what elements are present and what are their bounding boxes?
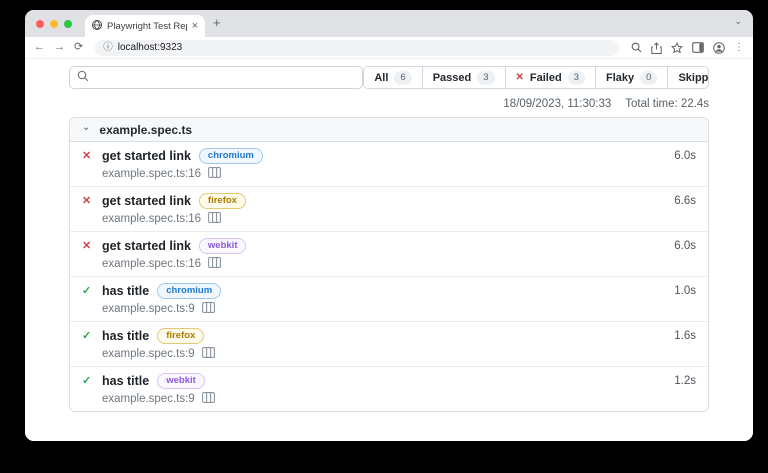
back-icon[interactable]: ←	[34, 42, 45, 53]
filter-skipped[interactable]: Skipped 0	[667, 67, 709, 88]
columns-icon[interactable]	[208, 212, 222, 226]
passed-icon: ✓	[82, 284, 92, 297]
test-title: get started link	[102, 149, 191, 163]
test-duration: 6.6s	[674, 195, 696, 207]
test-location: example.spec.ts:16	[102, 213, 202, 225]
playwright-favicon	[92, 19, 102, 33]
test-duration: 1.2s	[674, 375, 696, 387]
browser-toolbar: ← → ⟳ ⓘ localhost:9323 ⋮	[25, 37, 753, 59]
columns-icon[interactable]	[208, 257, 222, 271]
test-title: has title	[102, 329, 150, 343]
test-title: has title	[102, 284, 150, 298]
test-file-card: ⌄ example.spec.ts ✕ get started link chr…	[69, 117, 709, 412]
zoom-window-button[interactable]	[64, 20, 72, 28]
filter-label: Failed	[529, 71, 562, 84]
project-badge[interactable]: webkit	[198, 238, 247, 254]
test-row[interactable]: ✕ get started link chromium 6.0s example…	[70, 142, 708, 187]
tab-close-icon[interactable]: ×	[192, 20, 198, 32]
filter-count: 3	[567, 70, 585, 85]
minimize-window-button[interactable]	[50, 20, 58, 28]
failed-icon: ✕	[82, 239, 92, 252]
filter-label: Passed	[432, 71, 472, 84]
project-badge[interactable]: chromium	[198, 148, 263, 164]
test-row[interactable]: ✕ get started link firefox 6.6s example.…	[70, 187, 708, 232]
tab-overflow-chevron-icon[interactable]: ⌄	[734, 17, 742, 26]
filter-failed[interactable]: ✕ Failed 3	[504, 67, 595, 88]
failed-icon: ✕	[82, 194, 92, 207]
new-tab-button[interactable]: +	[213, 16, 221, 29]
filter-passed[interactable]: Passed 3	[421, 67, 505, 88]
filter-label: Flaky	[606, 71, 635, 84]
run-summary: 18/09/2023, 11:30:33 Total time: 22.4s	[69, 98, 709, 110]
passed-icon: ✓	[82, 329, 92, 342]
test-row[interactable]: ✓ has title chromium 1.0s example.spec.t…	[70, 277, 708, 322]
filter-flaky[interactable]: Flaky 0	[595, 67, 668, 88]
profile-avatar-icon[interactable]	[713, 41, 725, 54]
filter-label: All	[374, 71, 389, 84]
test-title: get started link	[102, 239, 191, 253]
report-page: All 6 Passed 3 ✕ Failed 3 Flaky 0 Skipp …	[25, 59, 753, 441]
failed-icon: ✕	[82, 149, 92, 162]
filter-chips: All 6 Passed 3 ✕ Failed 3 Flaky 0 Skipp	[363, 66, 709, 89]
address-bar[interactable]: ⓘ localhost:9323	[95, 39, 619, 56]
filter-count: 0	[640, 70, 658, 85]
test-title: has title	[102, 374, 150, 388]
traffic-lights	[36, 20, 72, 28]
search-icon	[77, 69, 89, 87]
test-duration: 1.6s	[674, 330, 696, 342]
close-window-button[interactable]	[36, 20, 44, 28]
test-row[interactable]: ✓ has title webkit 1.2s example.spec.ts:…	[70, 367, 708, 411]
project-badge[interactable]: webkit	[157, 373, 205, 389]
passed-icon: ✓	[82, 374, 92, 387]
url-text: localhost:9323	[117, 42, 183, 53]
test-location: example.spec.ts:16	[102, 168, 202, 180]
test-duration: 6.0s	[674, 150, 696, 162]
test-title: get started link	[102, 194, 191, 208]
filter-count: 6	[394, 70, 412, 85]
run-timestamp: 18/09/2023, 11:30:33	[503, 98, 612, 110]
project-badge[interactable]: firefox	[157, 328, 205, 344]
zoom-icon[interactable]	[631, 42, 642, 53]
columns-icon[interactable]	[201, 347, 215, 361]
sidebar-icon[interactable]	[692, 42, 704, 53]
chevron-down-icon: ⌄	[82, 122, 91, 133]
columns-icon[interactable]	[201, 302, 215, 316]
tab-strip: Playwright Test Report × + ⌄	[25, 10, 753, 37]
total-time: Total time: 22.4s	[625, 98, 709, 110]
test-location: example.spec.ts:9	[102, 303, 195, 315]
filter-count: 3	[477, 70, 495, 85]
search-input[interactable]	[94, 71, 356, 84]
browser-menu-icon[interactable]: ⋮	[734, 42, 744, 53]
test-location: example.spec.ts:9	[102, 393, 195, 405]
share-icon[interactable]	[651, 41, 662, 54]
test-row[interactable]: ✓ has title firefox 1.6s example.spec.ts…	[70, 322, 708, 367]
test-location: example.spec.ts:16	[102, 258, 202, 270]
filter-all[interactable]: All 6	[364, 67, 422, 88]
tab-title: Playwright Test Report	[107, 20, 187, 32]
site-info-icon[interactable]: ⓘ	[103, 43, 113, 53]
columns-icon[interactable]	[201, 392, 215, 406]
browser-window: Playwright Test Report × + ⌄ ← → ⟳ ⓘ loc…	[25, 10, 753, 441]
search-box[interactable]	[69, 66, 364, 89]
forward-icon[interactable]: →	[54, 42, 65, 53]
filter-row: All 6 Passed 3 ✕ Failed 3 Flaky 0 Skipp	[69, 66, 709, 89]
browser-tab[interactable]: Playwright Test Report ×	[85, 15, 205, 37]
toolbar-actions: ⋮	[631, 41, 744, 54]
test-row[interactable]: ✕ get started link webkit 6.0s example.s…	[70, 232, 708, 277]
filter-label: Skipped	[678, 71, 709, 84]
bookmark-star-icon[interactable]	[671, 41, 683, 54]
test-duration: 6.0s	[674, 240, 696, 252]
file-name: example.spec.ts	[99, 122, 193, 137]
test-location: example.spec.ts:9	[102, 348, 195, 360]
reload-icon[interactable]: ⟳	[74, 42, 83, 53]
test-duration: 1.0s	[674, 285, 696, 297]
file-group-header[interactable]: ⌄ example.spec.ts	[70, 118, 708, 142]
columns-icon[interactable]	[208, 167, 222, 181]
failed-x-icon: ✕	[515, 72, 524, 83]
project-badge[interactable]: firefox	[198, 193, 246, 209]
project-badge[interactable]: chromium	[157, 283, 222, 299]
